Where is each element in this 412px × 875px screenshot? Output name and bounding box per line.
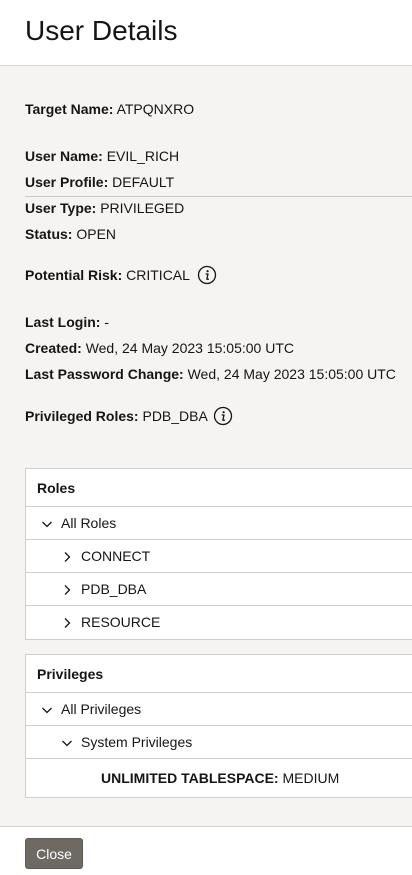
dialog-footer: Close	[0, 826, 412, 875]
user-name-value: EVIL_RICH	[106, 148, 180, 164]
last-password-change-label: Last Password Change:	[25, 366, 184, 382]
user-type-label: User Type:	[25, 200, 97, 216]
privileged-roles-row: Privileged Roles: PDB_DBA	[25, 407, 233, 427]
dialog-body[interactable]: Target Name: ATPQNXRO User Name: EVIL_RI…	[0, 66, 412, 826]
close-button[interactable]: Close	[25, 838, 83, 869]
tree-item-pdb-dba[interactable]: PDB_DBA	[26, 573, 412, 606]
last-password-change-row: Last Password Change: Wed, 24 May 2023 1…	[25, 365, 396, 383]
target-name-label: Target Name:	[25, 101, 114, 117]
potential-risk-value: CRITICAL	[126, 267, 190, 283]
roles-panel-header: Roles	[26, 469, 412, 507]
tree-item-label: All Roles	[61, 515, 117, 531]
privilege-name: UNLIMITED TABLESPACE:	[101, 770, 279, 786]
target-name-value: ATPQNXRO	[116, 101, 195, 117]
potential-risk-info-icon[interactable]	[197, 265, 217, 285]
potential-risk-label: Potential Risk:	[25, 267, 123, 283]
privileged-roles-value: PDB_DBA	[142, 408, 208, 424]
target-name-row: Target Name: ATPQNXRO	[25, 100, 194, 118]
tree-item-all-roles[interactable]: All Roles	[26, 507, 412, 540]
user-profile-row: User Profile: DEFAULT	[25, 173, 174, 191]
user-profile-value: DEFAULT	[112, 174, 175, 190]
potential-risk-row: Potential Risk: CRITICAL	[25, 266, 217, 286]
user-name-label: User Name:	[25, 148, 103, 164]
last-login-value: -	[104, 314, 109, 330]
last-password-change-value: Wed, 24 May 2023 15:05:00 UTC	[187, 366, 396, 382]
user-name-row: User Name: EVIL_RICH	[25, 147, 179, 165]
tree-leaf-content: UNLIMITED TABLESPACE: MEDIUM	[101, 759, 339, 797]
status-label: Status:	[25, 226, 73, 242]
created-row: Created: Wed, 24 May 2023 15:05:00 UTC	[25, 339, 294, 357]
tree-item-label: System Privileges	[81, 734, 193, 750]
privileges-panel: Privileges All Privileges System Privile…	[25, 654, 412, 798]
details-divider	[25, 196, 412, 197]
tree-item-connect[interactable]: CONNECT	[26, 540, 412, 573]
tree-item-label: CONNECT	[81, 548, 151, 564]
chevron-down-icon[interactable]	[61, 737, 73, 749]
chevron-right-icon[interactable]	[61, 584, 73, 596]
status-value: OPEN	[76, 226, 117, 242]
tree-item-resource[interactable]: RESOURCE	[26, 606, 412, 639]
created-value: Wed, 24 May 2023 15:05:00 UTC	[85, 340, 294, 356]
dialog-header: User Details	[0, 0, 412, 66]
user-profile-label: User Profile:	[25, 174, 109, 190]
tree-item-label: PDB_DBA	[81, 581, 147, 597]
privileges-panel-header: Privileges	[26, 655, 412, 693]
user-type-row: User Type: PRIVILEGED	[25, 199, 184, 217]
tree-item-unlimited-tablespace[interactable]: UNLIMITED TABLESPACE: MEDIUM	[26, 759, 412, 797]
last-login-row: Last Login: -	[25, 313, 109, 331]
tree-item-label: All Privileges	[61, 701, 142, 717]
privileged-roles-label: Privileged Roles:	[25, 408, 139, 424]
chevron-down-icon[interactable]	[41, 518, 53, 530]
tree-item-label: RESOURCE	[81, 614, 161, 630]
chevron-down-icon[interactable]	[41, 704, 53, 716]
user-type-value: PRIVILEGED	[100, 200, 185, 216]
status-row: Status: OPEN	[25, 225, 116, 243]
chevron-right-icon[interactable]	[61, 617, 73, 629]
tree-item-system-privileges[interactable]: System Privileges	[26, 726, 412, 759]
dialog-title: User Details	[25, 15, 178, 46]
created-label: Created:	[25, 340, 82, 356]
user-details-dialog: User Details Target Name: ATPQNXRO User …	[0, 0, 412, 875]
tree-item-all-privileges[interactable]: All Privileges	[26, 693, 412, 726]
chevron-right-icon[interactable]	[61, 551, 73, 563]
privilege-risk-value: MEDIUM	[282, 770, 340, 786]
privileged-roles-info-icon[interactable]	[213, 406, 233, 426]
roles-panel: Roles All Roles CONNECT PDB_DBA RESOURCE	[25, 468, 412, 640]
last-login-label: Last Login:	[25, 314, 101, 330]
